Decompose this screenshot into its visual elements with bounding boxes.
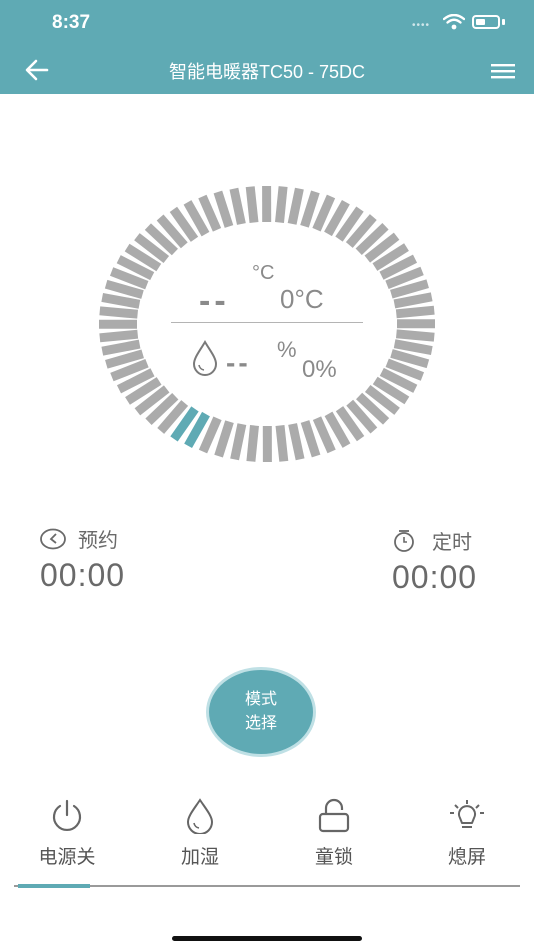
- timer-icon: [394, 529, 414, 552]
- schedule-label: 预约: [78, 530, 118, 552]
- lock-icon: [318, 798, 350, 833]
- dial-segment: [99, 306, 139, 319]
- dial-segment: [101, 339, 141, 356]
- dial-segment: [288, 423, 305, 461]
- set-temp-value: 0°C: [280, 284, 324, 314]
- dial-segment: [230, 423, 247, 461]
- dial-segment: [101, 292, 141, 309]
- mode-button-line1: 模式: [244, 691, 277, 708]
- child-lock-label: 童锁: [314, 847, 353, 868]
- current-humidity-placeholder: --: [226, 347, 251, 378]
- timer-label: 定时: [432, 532, 472, 554]
- humidify-toggle[interactable]: 加湿: [145, 798, 255, 869]
- clock-icon: [40, 528, 66, 549]
- battery-icon: [472, 15, 500, 29]
- schedule-value: 00:00: [40, 557, 126, 593]
- cellular-signal-icon: ••••: [412, 20, 431, 31]
- set-humidity-value: 0%: [302, 356, 337, 383]
- schedule-section[interactable]: 预约 00:00: [40, 524, 125, 594]
- dial-segment: [275, 186, 288, 223]
- dial-segment: [393, 292, 433, 309]
- timer-value: 00:00: [392, 559, 478, 595]
- dial-segment: [246, 425, 259, 462]
- current-temp-placeholder: --: [199, 282, 230, 320]
- dial-segment: [275, 425, 289, 462]
- dial-segment: [213, 190, 234, 228]
- menu-icon[interactable]: [490, 62, 516, 80]
- dial-segment: [393, 339, 433, 356]
- power-label: 电源关: [38, 847, 96, 868]
- screen-off-label: 熄屏: [447, 847, 486, 868]
- power-icon: [52, 799, 82, 831]
- dial-segment: [300, 190, 320, 228]
- tab-indicator: [18, 884, 90, 888]
- temperature-dial: [98, 185, 436, 463]
- humidity-drop-icon: [192, 340, 218, 376]
- battery-cap: [502, 19, 505, 25]
- status-time: 8:37: [52, 12, 91, 33]
- dial-segment: [287, 187, 304, 225]
- dial-segment: [229, 187, 246, 225]
- dial-segment: [395, 329, 435, 342]
- wifi-icon: [443, 14, 465, 30]
- humidity-unit: %: [277, 337, 297, 362]
- screen-off-toggle[interactable]: 熄屏: [412, 798, 522, 869]
- dial-segment: [214, 420, 234, 458]
- timer-section[interactable]: 定时 00:00: [392, 526, 477, 596]
- dial-segment: [300, 420, 321, 458]
- temp-unit: °C: [252, 262, 275, 284]
- power-toggle[interactable]: 电源关: [12, 798, 122, 869]
- app-header: 8:37 •••• 智能电暖器TC50 - 75DC: [0, 0, 534, 94]
- humidify-label: 加湿: [180, 847, 219, 868]
- page-title: 智能电暖器TC50 - 75DC: [168, 62, 366, 82]
- mode-select-button[interactable]: 模式 选择: [206, 667, 316, 757]
- dial-segment: [395, 305, 435, 319]
- light-bulb-icon: [450, 800, 484, 828]
- dial-segment: [99, 329, 139, 343]
- dial-segment: [245, 186, 259, 223]
- dial-divider: [171, 322, 363, 323]
- water-drop-icon: [186, 798, 214, 834]
- child-lock-toggle[interactable]: 童锁: [279, 798, 389, 869]
- home-indicator: [172, 936, 362, 941]
- mode-button-line2: 选择: [244, 715, 277, 732]
